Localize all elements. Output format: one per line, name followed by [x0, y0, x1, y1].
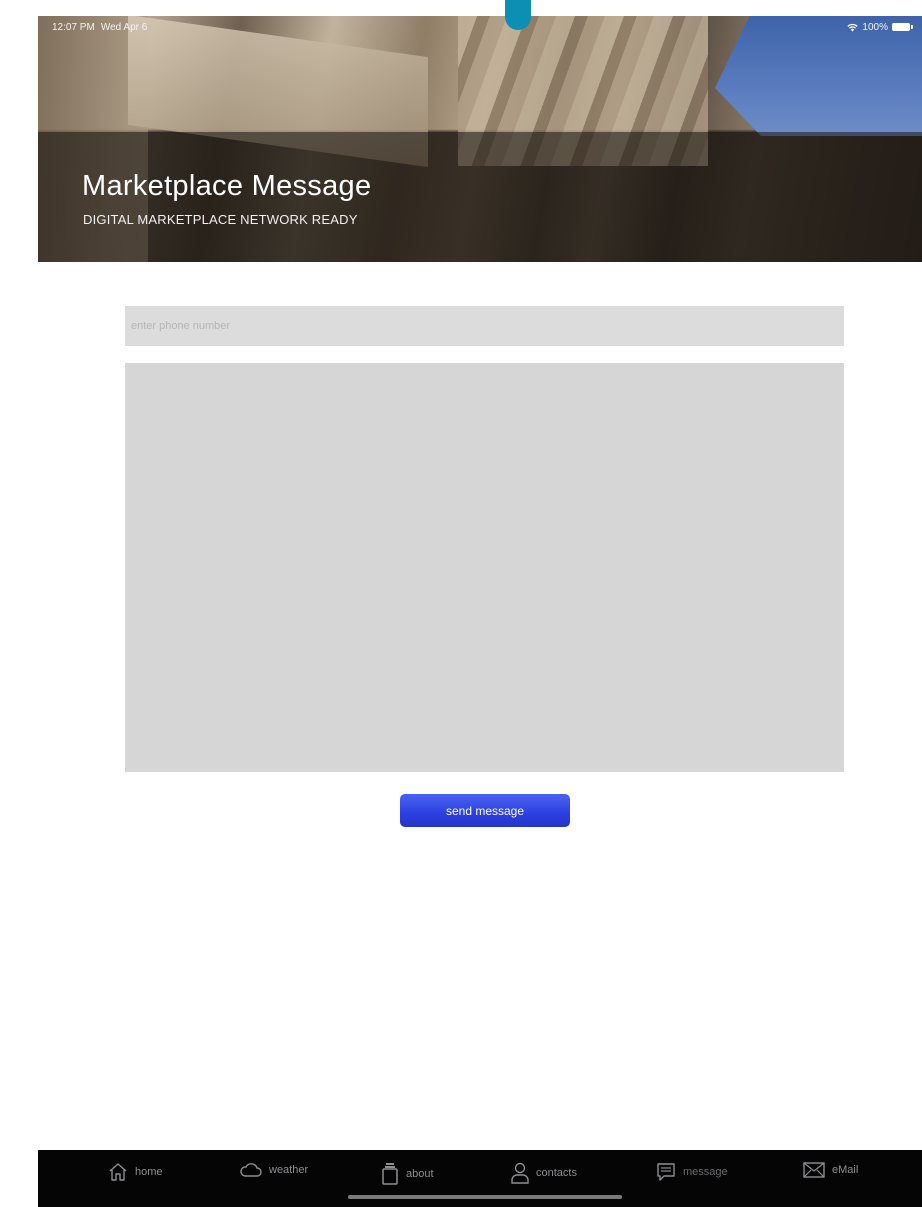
status-right: 100% — [847, 21, 913, 33]
home-icon — [109, 1163, 127, 1181]
tab-weather[interactable]: weather — [240, 1162, 308, 1178]
status-time: 12:07 PM — [52, 21, 95, 33]
tab-home-label: home — [135, 1166, 163, 1178]
envelope-icon — [803, 1162, 825, 1178]
battery-percent: 100% — [862, 21, 888, 33]
tab-message-label: message — [683, 1166, 728, 1178]
message-textarea[interactable] — [125, 363, 844, 772]
send-message-button[interactable]: send message — [400, 794, 570, 827]
tab-contacts[interactable]: contacts — [511, 1162, 577, 1184]
tab-email[interactable]: eMail — [803, 1162, 858, 1178]
page-title: Marketplace Message — [82, 170, 372, 202]
tab-weather-label: weather — [269, 1164, 309, 1176]
bottom-tab-bar: home weather about contacts message eMai… — [38, 1150, 922, 1207]
tab-about-label: about — [406, 1168, 434, 1180]
tab-home[interactable]: home — [108, 1162, 163, 1182]
tab-email-label: eMail — [832, 1164, 859, 1176]
jar-icon — [382, 1163, 398, 1185]
status-left: 12:07 PM Wed Apr 6 — [52, 22, 147, 33]
battery-icon — [892, 23, 913, 31]
phone-number-input[interactable] — [125, 306, 844, 346]
wifi-icon — [847, 23, 859, 31]
tab-message[interactable]: message — [656, 1162, 728, 1182]
home-indicator[interactable] — [348, 1195, 622, 1199]
message-icon — [657, 1163, 675, 1181]
tab-about[interactable]: about — [381, 1162, 434, 1186]
tab-contacts-label: contacts — [536, 1167, 577, 1179]
page-subtitle: DIGITAL MARKETPLACE NETWORK READY — [83, 212, 358, 227]
app-screen: 12:07 PM Wed Apr 6 100% Marketplace Mess… — [0, 0, 922, 1207]
cloud-icon — [240, 1163, 262, 1177]
person-icon — [511, 1162, 529, 1184]
header-banner: 12:07 PM Wed Apr 6 100% Marketplace Mess… — [38, 16, 922, 262]
status-date: Wed Apr 6 — [100, 21, 148, 33]
status-bar: 12:07 PM Wed Apr 6 100% — [38, 16, 922, 38]
